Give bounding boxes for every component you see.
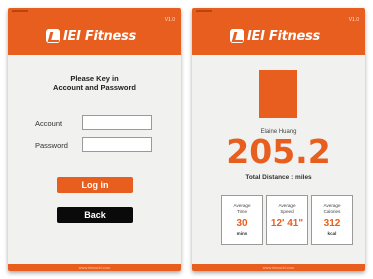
- stat-label: Average Speed: [267, 203, 307, 215]
- stat-card-time: Average Time 30 mins: [221, 195, 263, 245]
- stat-label-line2: Calories: [323, 209, 341, 214]
- login-heading: Please Key in Account and Password: [8, 74, 181, 92]
- footer: www.ieiworld.com: [192, 264, 365, 271]
- total-distance-value: 205.2: [226, 132, 331, 171]
- brand-logo: IEI Fitness: [230, 27, 320, 45]
- total-distance-label: Total Distance : miles: [245, 174, 312, 181]
- menu-icon: [196, 10, 212, 12]
- version-label: V1.0: [348, 17, 359, 23]
- avatar: [259, 70, 297, 118]
- footer: www.ieiworld.com: [8, 264, 181, 271]
- version-label: V1.0: [164, 17, 175, 23]
- stat-value: 30: [236, 218, 248, 229]
- runner-icon: [230, 29, 244, 43]
- stat-label: Average Calories: [312, 203, 352, 215]
- stat-card-speed: Average Speed 12' 41": [266, 195, 308, 245]
- stats-screen: V1.0 IEI Fitness Elaine Huang 205.2 Tota…: [192, 8, 365, 271]
- login-button[interactable]: Log in: [57, 177, 133, 193]
- stat-unit: mins: [236, 231, 248, 236]
- login-screen: V1.0 IEI Fitness Please Key in Account a…: [8, 8, 181, 271]
- password-label: Password: [35, 141, 68, 150]
- login-heading-line1: Please Key in: [70, 74, 119, 83]
- stat-card-calories: Average Calories 312 kcal: [311, 195, 353, 245]
- app-header: V1.0 IEI Fitness: [192, 8, 365, 55]
- account-label: Account: [35, 119, 63, 128]
- account-input[interactable]: [82, 115, 152, 130]
- brand-name: IEI Fitness: [63, 28, 136, 44]
- menu-icon: [12, 10, 28, 12]
- stat-label-line2: Time: [236, 209, 248, 214]
- runner-icon: [46, 29, 60, 43]
- brand-name: IEI Fitness: [247, 28, 320, 44]
- stat-value: 12' 41": [270, 218, 304, 229]
- brand-logo: IEI Fitness: [46, 27, 136, 45]
- login-heading-line2: Account and Password: [53, 83, 136, 92]
- stat-label: Average Time: [222, 203, 262, 215]
- back-button[interactable]: Back: [57, 207, 133, 223]
- stat-unit: kcal: [327, 231, 337, 236]
- stat-value: 312: [323, 218, 341, 229]
- stat-label-line2: Speed: [280, 209, 294, 214]
- password-input[interactable]: [82, 137, 152, 152]
- app-header: V1.0 IEI Fitness: [8, 8, 181, 55]
